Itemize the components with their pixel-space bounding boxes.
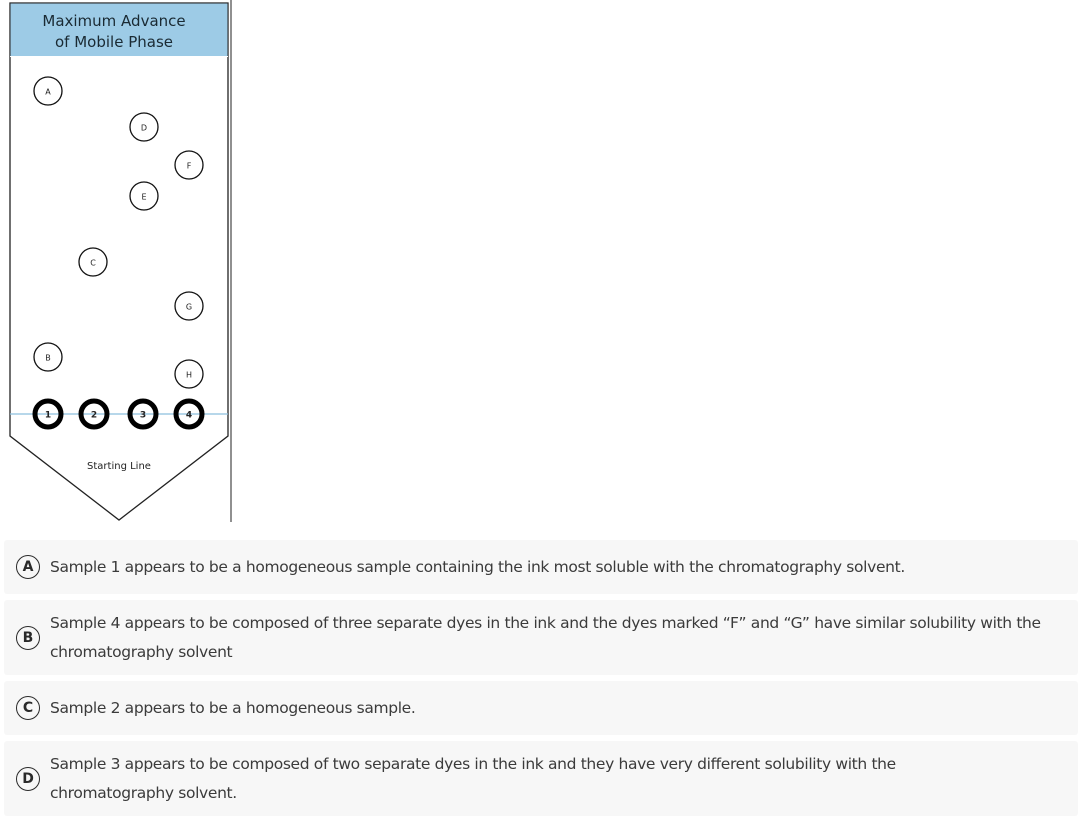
svg-text:1: 1 [45, 411, 51, 421]
dye-spot-B: B [33, 342, 63, 372]
option-letter-a: A [16, 555, 40, 579]
option-text-c: Sample 2 appears to be a homogeneous sam… [50, 698, 416, 717]
option-a[interactable]: A Sample 1 appears to be a homogeneous s… [4, 540, 1078, 594]
header-text-line1: Maximum Advance [42, 12, 185, 30]
option-text-d: Sample 3 appears to be composed of two s… [50, 754, 896, 802]
dye-spot-A: A [33, 76, 63, 106]
option-letter-b: B [16, 625, 40, 650]
svg-text:D: D [141, 124, 147, 133]
dye-spot-C: C [78, 247, 108, 277]
option-d[interactable]: D Sample 3 appears to be composed of two… [4, 741, 1078, 816]
dye-spot-H: H [174, 359, 204, 389]
svg-text:H: H [186, 371, 192, 380]
dye-spot-E: E [129, 181, 159, 211]
option-text-b: Sample 4 appears to be composed of three… [50, 613, 1041, 661]
option-letter-c: C [16, 696, 40, 720]
starting-line-label: Starting Line [87, 461, 151, 472]
dye-spot-G: G [174, 291, 204, 321]
svg-text:C: C [90, 259, 96, 268]
option-text-a: Sample 1 appears to be a homogeneous sam… [50, 557, 905, 576]
answer-options: A Sample 1 appears to be a homogeneous s… [4, 540, 1078, 822]
svg-text:B: B [45, 354, 51, 363]
dye-spot-F: F [174, 150, 204, 180]
svg-text:3: 3 [140, 411, 146, 421]
chromatography-diagram: Maximum Advance of Mobile Phase Starting… [9, 0, 232, 522]
svg-text:4: 4 [186, 411, 192, 421]
dye-spot-D: D [129, 112, 159, 142]
option-b[interactable]: B Sample 4 appears to be composed of thr… [4, 600, 1078, 675]
option-letter-d: D [16, 766, 40, 791]
svg-text:F: F [187, 162, 192, 171]
header-text-line2: of Mobile Phase [55, 33, 173, 51]
svg-text:A: A [45, 88, 51, 97]
svg-text:G: G [186, 303, 192, 312]
option-c[interactable]: C Sample 2 appears to be a homogeneous s… [4, 681, 1078, 735]
svg-text:2: 2 [91, 411, 97, 421]
svg-text:E: E [141, 193, 146, 202]
